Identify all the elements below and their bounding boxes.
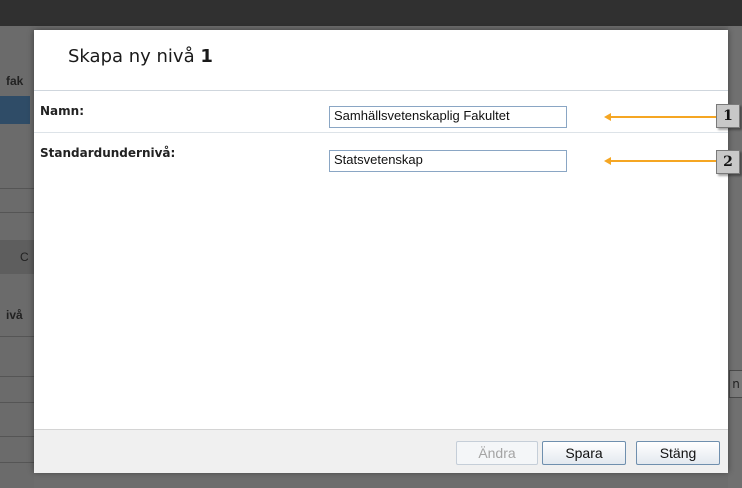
background-right-button: n [729,370,742,398]
namn-input[interactable]: Samhällsvetenskaplig Fakultet [329,106,567,128]
background-topbar [0,0,742,26]
standardundernivå-input[interactable]: Statsvetenskap [329,150,567,172]
background-divider [0,376,34,377]
background-divider [0,212,34,213]
background-right-column [728,26,742,488]
annotation-arrow-1 [610,116,720,118]
create-level-dialog: Skapa ny nivå 1 Namn: Samhällsvetenskapl… [34,30,728,473]
standardundernivå-label: Standardundernivå: [40,146,176,160]
stang-button[interactable]: Stäng [636,441,720,465]
background-selected-item [0,96,30,124]
namn-label: Namn: [40,104,84,118]
form-row-standardundernivå: Standardundernivå: Statsvetenskap [34,138,728,174]
callout-2: 2 [716,150,740,174]
background-divider [0,188,34,189]
dialog-title-number: 1 [200,46,213,67]
annotation-arrow-2 [610,160,720,162]
spara-button[interactable]: Spara [542,441,626,465]
background-divider [0,336,34,337]
background-divider [0,402,34,403]
callout-1: 1 [716,104,740,128]
background-text-fragment: C [20,250,29,264]
andra-button[interactable]: Ändra [456,441,538,465]
dialog-title-text: Skapa ny nivå [68,46,195,67]
form-row-namn: Namn: Samhällsvetenskaplig Fakultet [34,96,728,133]
dialog-title: Skapa ny nivå 1 [68,46,213,67]
dialog-footer: Ändra Spara Stäng [34,429,728,473]
background-divider [0,462,34,463]
background-text-fragment: fak [6,74,24,88]
background-text-fragment: ivå [6,308,23,322]
background-divider [0,436,34,437]
dialog-header: Skapa ny nivå 1 [34,30,728,91]
